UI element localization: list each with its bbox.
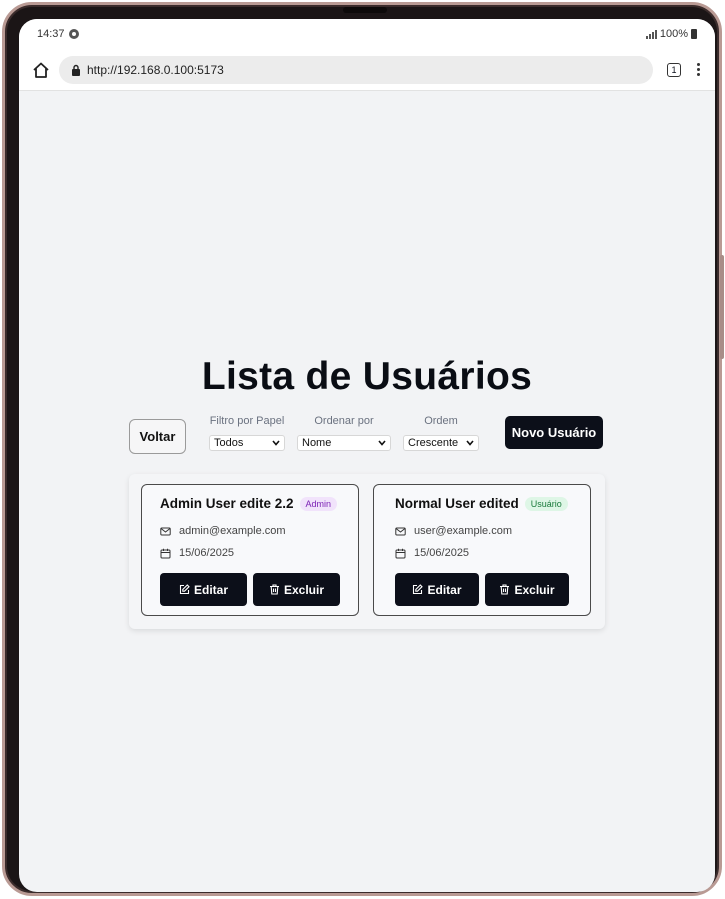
- signal-icon: [645, 29, 657, 39]
- status-bar: 14:37 100%: [19, 19, 715, 49]
- user-list: Admin User edite 2.2 Admin admin@example…: [129, 474, 605, 629]
- browser-toolbar: http://192.168.0.100:5173 1: [19, 49, 715, 91]
- user-card: Normal User edited Usuário user@example.…: [373, 484, 591, 616]
- address-bar[interactable]: http://192.168.0.100:5173: [59, 55, 653, 84]
- edit-icon: [412, 584, 424, 595]
- notification-icon: [68, 29, 79, 39]
- edit-button[interactable]: Editar: [160, 573, 247, 606]
- user-card: Admin User edite 2.2 Admin admin@example…: [141, 484, 359, 616]
- calendar-icon: [395, 548, 406, 559]
- more-vert-icon[interactable]: [695, 63, 701, 76]
- page-content: Lista de Usuários Voltar Filtro por Pape…: [19, 91, 715, 891]
- home-icon[interactable]: [29, 58, 53, 82]
- edit-icon: [179, 584, 190, 595]
- user-name: Admin User edite 2.2: [160, 496, 294, 511]
- role-badge: Usuário: [524, 496, 568, 511]
- delete-button[interactable]: Excluir: [253, 573, 340, 606]
- battery-percent: 100%: [659, 28, 688, 40]
- chevron-down-icon: [272, 440, 280, 446]
- sort-filter: Ordenar por Nome: [297, 415, 391, 451]
- lock-icon: [71, 64, 81, 76]
- chevron-down-icon: [466, 440, 474, 446]
- order-filter-value: Crescente: [408, 437, 459, 449]
- edit-label: Editar: [427, 582, 462, 597]
- back-button[interactable]: Voltar: [129, 419, 186, 454]
- tabs-icon[interactable]: 1: [667, 62, 681, 77]
- hinge-top: [343, 7, 387, 13]
- role-filter: Filtro por Papel Todos: [209, 415, 285, 451]
- role-filter-value: Todos: [214, 437, 244, 449]
- chevron-down-icon: [378, 440, 386, 446]
- device-frame: 14:37 100% http://192.168.0.100:5173 1 L…: [2, 2, 724, 896]
- edit-label: Editar: [193, 582, 228, 597]
- sort-filter-label: Ordenar por: [314, 415, 374, 427]
- trash-icon: [269, 584, 280, 595]
- side-button: [720, 255, 724, 359]
- user-name: Normal User edited: [395, 496, 519, 511]
- screen: 14:37 100% http://192.168.0.100:5173 1 L…: [19, 19, 715, 892]
- status-time: 14:37: [37, 28, 65, 40]
- sort-filter-value: Nome: [302, 437, 332, 449]
- mail-icon: [395, 526, 406, 537]
- mail-icon: [160, 526, 171, 537]
- user-email: user@example.com: [414, 525, 512, 537]
- role-filter-select[interactable]: Todos: [209, 435, 285, 451]
- trash-icon: [499, 584, 510, 595]
- user-date: 15/06/2025: [414, 547, 470, 559]
- role-filter-label: Filtro por Papel: [209, 415, 285, 427]
- order-filter-select[interactable]: Crescente: [403, 435, 479, 451]
- calendar-icon: [160, 548, 171, 559]
- new-user-button[interactable]: Novo Usuário: [505, 416, 603, 449]
- edit-button[interactable]: Editar: [395, 573, 479, 606]
- delete-label: Excluir: [514, 582, 555, 597]
- filter-toolbar: Voltar Filtro por Papel Todos Ordenar po…: [129, 415, 605, 455]
- page-title: Lista de Usuários: [201, 355, 533, 398]
- delete-button[interactable]: Excluir: [485, 573, 569, 606]
- order-filter-label: Ordem: [424, 415, 458, 427]
- delete-label: Excluir: [283, 582, 325, 597]
- user-email: admin@example.com: [179, 525, 286, 537]
- sort-filter-select[interactable]: Nome: [297, 435, 391, 451]
- user-date: 15/06/2025: [179, 547, 235, 559]
- order-filter: Ordem Crescente: [403, 415, 479, 451]
- battery-icon: [691, 29, 697, 39]
- url-text: http://192.168.0.100:5173: [87, 62, 224, 77]
- role-badge: Admin: [299, 496, 338, 511]
